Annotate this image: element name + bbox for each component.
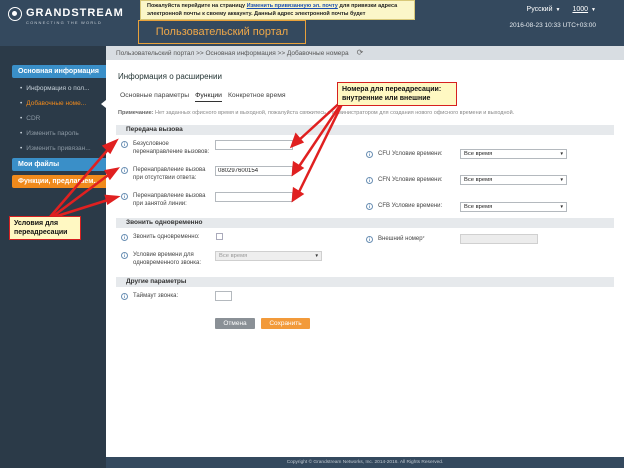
sidebar-section-features[interactable]: Функции, предлагаем...	[12, 175, 106, 188]
brand-tagline: CONNECTING THE WORLD	[26, 20, 102, 25]
required-mark: *	[422, 236, 425, 242]
tab-features[interactable]: Функции	[195, 92, 222, 102]
user-label: 1000	[572, 6, 589, 13]
email-notice: Пожалуйста перейдите на страницу Изменит…	[140, 0, 415, 20]
info-icon[interactable]: i	[366, 151, 373, 158]
tab-basic-settings[interactable]: Основные параметры	[120, 92, 189, 102]
sidebar-item-user-info[interactable]: Информация о пол...	[20, 83, 106, 95]
cfn-time-label: CFN Условие времени:	[378, 177, 443, 183]
info-icon[interactable]: i	[366, 203, 373, 210]
ring-simul-label: Звонить одновременно:	[133, 234, 200, 240]
brand-name: GRANDSTREAM	[26, 7, 124, 19]
tab-bar: Основные параметры Функции Конкретное вр…	[120, 92, 286, 102]
section-ring-simultaneously: Звонить одновременно	[116, 218, 614, 228]
chevron-down-icon: ▼	[559, 177, 564, 182]
cfu-time-value: Все время	[464, 151, 493, 157]
cfn-label: Перенаправление вызова при отсутствии отв…	[133, 166, 205, 182]
tab-specific-time[interactable]: Конкретное время	[228, 92, 286, 102]
cfn-time-select[interactable]: Все время ▼	[460, 175, 567, 185]
cfn-label-line2: при отсутствии ответа:	[133, 175, 197, 181]
ring-timeout-input[interactable]	[215, 291, 232, 301]
info-icon[interactable]: i	[121, 293, 128, 300]
chevron-down-icon: ▼	[559, 151, 564, 156]
datetime: 2016-08-23 10:33 UTC+03:00	[509, 22, 596, 29]
info-icon[interactable]: i	[121, 234, 128, 241]
ring-time-label: Условие времени для одновременного звонка…	[133, 251, 201, 267]
ring-timeout-label: Таймаут звонка:	[133, 293, 179, 299]
header-controls: Русский ▼ 1000 ▼	[527, 6, 596, 13]
cfn-number-input[interactable]	[215, 166, 293, 176]
save-button[interactable]: Сохранить	[261, 318, 310, 329]
info-icon[interactable]: i	[121, 193, 128, 200]
sidebar-item-change-email[interactable]: Изменить привязан...	[20, 143, 106, 155]
cfb-time-select[interactable]: Все время ▼	[460, 202, 567, 212]
cfb-number-input[interactable]	[215, 192, 293, 202]
cfu-label-line1: Безусловное	[133, 141, 169, 147]
cfb-label-line1: Перенаправление вызова	[133, 193, 206, 199]
info-icon[interactable]: i	[121, 252, 128, 259]
ring-time-label-line2: одновременного звонка:	[133, 260, 201, 266]
ring-time-label-line1: Условие времени для	[133, 252, 194, 258]
user-menu[interactable]: 1000 ▼	[572, 6, 596, 13]
cfu-label: Безусловное перенаправление вызовов:	[133, 140, 209, 156]
cfb-label-line2: при занятой линии:	[133, 201, 187, 207]
sidebar-item-cdr[interactable]: CDR	[20, 113, 106, 125]
refresh-icon[interactable]: ⟳	[357, 48, 364, 57]
section-other-params: Другие параметры	[116, 277, 614, 287]
sidebar-section-basic-info[interactable]: Основная информация	[12, 65, 106, 78]
cfb-label: Перенаправление вызова при занятой линии:	[133, 192, 205, 208]
cfb-time-label: CFB Условие времени:	[378, 203, 443, 209]
chevron-down-icon: ▼	[559, 204, 564, 209]
top-header: GRANDSTREAM CONNECTING THE WORLD Пожалуй…	[0, 0, 624, 46]
ring-simul-checkbox[interactable]	[216, 233, 223, 240]
sidebar: Основная информация Информация о пол... …	[0, 46, 106, 468]
footer: Copyright © Grandstream Networks, Inc. 2…	[106, 457, 624, 468]
note-label: Примечание:	[118, 110, 154, 116]
cfu-time-select[interactable]: Все время ▼	[460, 149, 567, 159]
main-panel: Пользовательский портал >> Основная инфо…	[106, 46, 624, 457]
sidebar-section-my-files[interactable]: Мои файлы	[12, 158, 106, 171]
breadcrumb-text: Пользовательский портал >> Основная инфо…	[116, 50, 349, 57]
info-icon[interactable]: i	[366, 236, 373, 243]
callout-forward-numbers: Номера для переадресации: внутренние или…	[337, 82, 457, 106]
cfu-number-input[interactable]	[215, 140, 293, 150]
chevron-down-icon: ▼	[591, 7, 596, 13]
ring-time-value: Все время	[219, 253, 248, 259]
info-icon[interactable]: i	[366, 177, 373, 184]
portal-title: Пользовательский портал	[138, 20, 306, 44]
section-call-forward: Передача вызова	[116, 125, 614, 135]
sidebar-item-change-password[interactable]: Изменить пароль	[20, 128, 106, 140]
info-icon[interactable]: i	[121, 141, 128, 148]
cfu-label-line2: перенаправление вызовов:	[133, 149, 210, 155]
chevron-down-icon: ▼	[555, 7, 561, 13]
ring-time-select[interactable]: Все время ▼	[215, 251, 322, 261]
notice-link[interactable]: Изменить привязанную эл. почту	[247, 3, 338, 9]
cfb-time-value: Все время	[464, 204, 493, 210]
external-number-input[interactable]	[460, 234, 538, 244]
language-select[interactable]: Русский ▼	[527, 6, 561, 13]
cfn-label-line1: Перенаправление вызова	[133, 167, 206, 173]
note: Примечание: Нет заданных офисного время …	[118, 110, 514, 116]
cancel-button[interactable]: Отмена	[215, 318, 255, 329]
notice-text-pre: Пожалуйста перейдите на страницу	[147, 3, 247, 9]
external-number-label: Внешний номер*	[378, 235, 425, 243]
cfu-time-label: CFU Условие времени:	[378, 151, 443, 157]
info-icon[interactable]: i	[121, 167, 128, 174]
sidebar-item-extensions[interactable]: Добавочные номе...	[20, 98, 106, 110]
breadcrumb: Пользовательский портал >> Основная инфо…	[106, 46, 624, 60]
grandstream-logo-icon	[8, 7, 22, 21]
chevron-down-icon: ▼	[314, 253, 319, 258]
note-text: Нет заданных офисного время и выходной, …	[153, 110, 515, 116]
language-label: Русский	[526, 6, 553, 13]
page-title: Информация о расширении	[118, 72, 222, 81]
callout-forward-conditions: Условия для переадресации	[9, 216, 81, 240]
cfn-time-value: Все время	[464, 177, 493, 183]
external-number-label-text: Внешний номер	[378, 236, 423, 242]
